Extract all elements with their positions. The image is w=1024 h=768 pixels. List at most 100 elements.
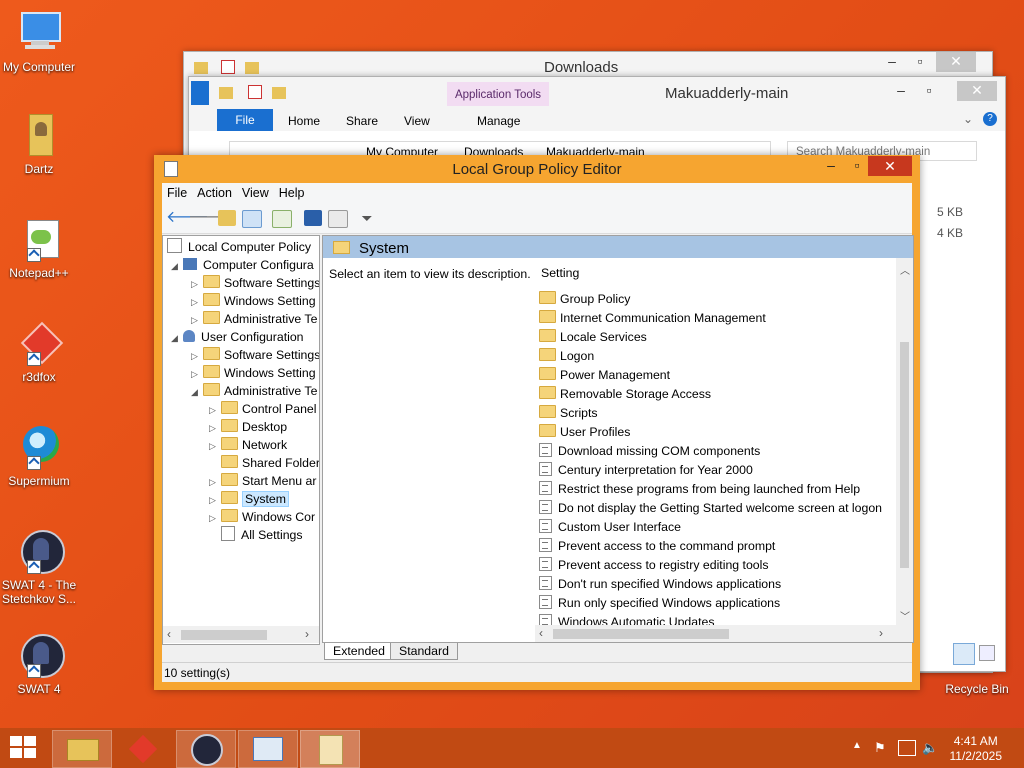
start-button[interactable] bbox=[10, 736, 38, 760]
close-button[interactable]: ✕ bbox=[868, 156, 912, 176]
settings-policy-row[interactable]: Don't run specified Windows applications bbox=[539, 575, 781, 594]
menu-help[interactable]: Help bbox=[274, 183, 310, 200]
settings-policy-row[interactable]: Run only specified Windows applications bbox=[539, 594, 780, 613]
minimize-button[interactable]: – bbox=[878, 52, 906, 72]
show-hide-tree-icon[interactable] bbox=[242, 210, 262, 228]
settings-policy-row[interactable]: Century interpretation for Year 2000 bbox=[539, 461, 753, 480]
settings-policy-row[interactable]: Do not display the Getting Started welco… bbox=[539, 499, 882, 518]
desktop-icon-r3dfox[interactable]: r3dfox bbox=[0, 320, 78, 384]
settings-folder-row[interactable]: Group Policy bbox=[539, 290, 630, 309]
scroll-left-arrow-icon[interactable]: ‹ bbox=[167, 627, 171, 641]
tree-item[interactable]: Local Computer Policy bbox=[167, 238, 311, 256]
tree-item[interactable]: ▷ Windows Cor bbox=[209, 508, 315, 526]
tree-item[interactable]: ▷ Windows Setting bbox=[191, 292, 316, 310]
menu-action[interactable]: Action bbox=[192, 183, 237, 200]
settings-policy-row[interactable]: Prevent access to registry editing tools bbox=[539, 556, 769, 575]
column-header-setting[interactable]: Setting bbox=[541, 266, 579, 280]
details-view-icon[interactable] bbox=[953, 643, 975, 665]
scroll-right-arrow-icon[interactable]: › bbox=[305, 627, 309, 641]
scroll-left-arrow-icon[interactable]: ‹ bbox=[539, 626, 543, 640]
tab-extended[interactable]: Extended bbox=[324, 643, 394, 660]
large-icons-view-icon[interactable] bbox=[979, 645, 995, 661]
filter-icon[interactable]: ⏷ bbox=[358, 210, 376, 226]
help-book-icon[interactable] bbox=[304, 210, 322, 226]
context-tab-application-tools[interactable]: Application Tools bbox=[447, 82, 549, 106]
tab-standard[interactable]: Standard bbox=[390, 643, 458, 660]
ribbon-tab-manage[interactable]: Manage bbox=[477, 114, 520, 128]
tree-item[interactable]: ▷ Administrative Te bbox=[191, 310, 317, 328]
scroll-thumb[interactable] bbox=[181, 630, 267, 640]
minimize-button[interactable]: – bbox=[818, 157, 844, 175]
clock[interactable]: 4:41 AM 11/2/2025 bbox=[950, 734, 1003, 764]
tree-item[interactable]: ◢ User Configuration bbox=[171, 328, 304, 346]
settings-hscrollbar[interactable]: ‹ › bbox=[535, 625, 896, 642]
ribbon-tab-share[interactable]: Share bbox=[346, 114, 378, 128]
tree-item-selected[interactable]: ▷ System bbox=[209, 490, 289, 508]
taskbar-resource-monitor[interactable] bbox=[238, 730, 298, 768]
navigation-tree[interactable]: Local Computer Policy ◢ Computer Configur… bbox=[162, 235, 320, 645]
ribbon-expand-chevron-icon[interactable]: ⌄ bbox=[963, 112, 973, 126]
settings-policy-row[interactable]: Custom User Interface bbox=[539, 518, 681, 537]
settings-policy-row[interactable]: Prevent access to the command prompt bbox=[539, 537, 775, 556]
minimize-button[interactable]: – bbox=[887, 81, 915, 101]
settings-policy-row[interactable]: Download missing COM components bbox=[539, 442, 760, 461]
tree-item[interactable]: ◢ Administrative Te bbox=[191, 382, 317, 400]
desktop-icon-dartz[interactable]: Dartz bbox=[0, 112, 78, 176]
up-folder-icon[interactable] bbox=[218, 210, 236, 226]
network-icon[interactable] bbox=[898, 740, 916, 756]
tree-item[interactable]: All Settings bbox=[209, 526, 303, 544]
settings-folder-row[interactable]: Scripts bbox=[539, 404, 598, 423]
group-policy-editor-window[interactable]: Local Group Policy Editor – ▫ ✕ File Acti… bbox=[154, 155, 920, 690]
settings-list[interactable]: Setting Group Policy Internet Communicati… bbox=[535, 258, 913, 642]
scroll-thumb[interactable] bbox=[553, 629, 729, 639]
export-list-icon[interactable] bbox=[272, 210, 292, 228]
taskbar-swat4[interactable] bbox=[176, 730, 236, 768]
taskbar-file-explorer[interactable] bbox=[52, 730, 112, 768]
maximize-button[interactable]: ▫ bbox=[915, 81, 943, 101]
tree-item[interactable]: Shared Folder bbox=[209, 454, 319, 472]
settings-folder-row[interactable]: Internet Communication Management bbox=[539, 309, 766, 328]
maximize-button[interactable]: ▫ bbox=[844, 157, 870, 175]
tree-item[interactable]: ◢ Computer Configura bbox=[171, 256, 314, 274]
settings-folder-row[interactable]: Power Management bbox=[539, 366, 670, 385]
scroll-right-arrow-icon[interactable]: › bbox=[879, 626, 883, 640]
desktop-icon-swat4[interactable]: SWAT 4 bbox=[0, 632, 78, 696]
action-center-flag-icon[interactable]: ⚑ bbox=[874, 740, 888, 755]
ribbon-tab-view[interactable]: View bbox=[404, 114, 430, 128]
desktop-icon-swat4-stetchkov[interactable]: SWAT 4 - The Stetchkov S... bbox=[0, 528, 78, 606]
taskbar-gpedit[interactable] bbox=[300, 730, 360, 768]
menu-view[interactable]: View bbox=[237, 183, 274, 200]
scroll-thumb[interactable] bbox=[900, 342, 909, 568]
tree-item[interactable]: ▷ Start Menu ar bbox=[209, 472, 317, 490]
settings-folder-row[interactable]: Locale Services bbox=[539, 328, 647, 347]
desktop-icon-notepadpp[interactable]: Notepad++ bbox=[0, 216, 78, 280]
ribbon-tab-home[interactable]: Home bbox=[288, 114, 320, 128]
menu-file[interactable]: File bbox=[162, 183, 192, 200]
tree-item[interactable]: ▷ Control Panel bbox=[209, 400, 317, 418]
tree-item[interactable]: ▷ Software Settings bbox=[191, 346, 319, 364]
help-icon[interactable]: ? bbox=[983, 112, 997, 126]
back-arrow-icon[interactable]: 🡐 bbox=[166, 210, 209, 226]
settings-folder-row[interactable]: Logon bbox=[539, 347, 594, 366]
taskbar-r3dfox[interactable] bbox=[114, 730, 174, 768]
scroll-down-arrow-icon[interactable]: ﹀ bbox=[900, 608, 910, 623]
ribbon-tab-file[interactable]: File bbox=[217, 109, 273, 131]
title-bar[interactable]: Local Group Policy Editor – ▫ ✕ bbox=[154, 155, 920, 183]
tree-item[interactable]: ▷ Desktop bbox=[209, 418, 287, 436]
properties-icon[interactable] bbox=[328, 210, 348, 228]
show-hidden-icons-arrow-icon[interactable]: ▲ bbox=[852, 740, 862, 751]
tree-item[interactable]: ▷ Software Settings bbox=[191, 274, 319, 292]
forward-arrow-icon[interactable]: 🡒 bbox=[188, 210, 231, 226]
desktop-icon-my-computer[interactable]: My Computer bbox=[0, 10, 78, 74]
settings-policy-row[interactable]: Restrict these programs from being launc… bbox=[539, 480, 860, 499]
desktop-icon-supermium[interactable]: Supermium bbox=[0, 424, 78, 488]
tree-hscrollbar[interactable]: ‹ › bbox=[163, 626, 319, 643]
maximize-button[interactable]: ▫ bbox=[906, 52, 934, 72]
tree-item[interactable]: ▷ Network bbox=[209, 436, 287, 454]
scroll-up-arrow-icon[interactable]: ︿ bbox=[900, 262, 910, 277]
settings-folder-row[interactable]: Removable Storage Access bbox=[539, 385, 711, 404]
close-button[interactable]: ✕ bbox=[936, 52, 976, 72]
volume-muted-icon[interactable]: 🔈 bbox=[922, 740, 938, 756]
settings-folder-row[interactable]: User Profiles bbox=[539, 423, 630, 442]
close-button[interactable]: ✕ bbox=[957, 81, 997, 101]
